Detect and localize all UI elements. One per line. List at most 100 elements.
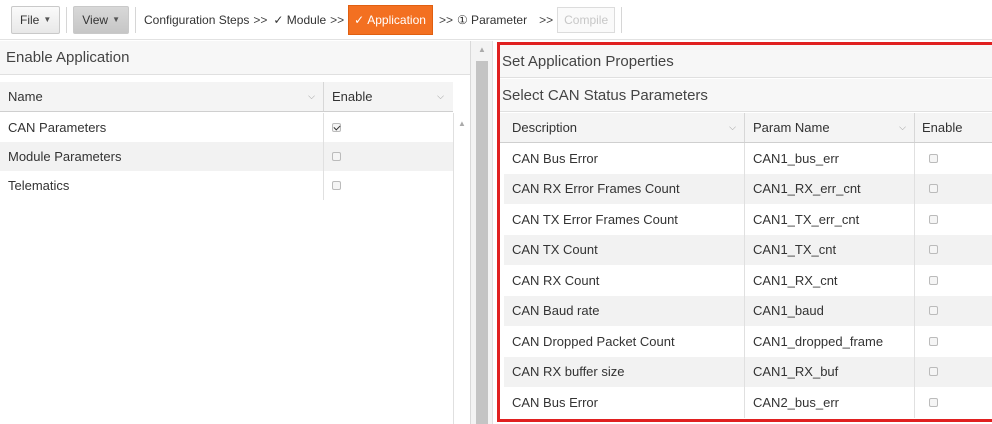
- enable-checkbox[interactable]: [929, 397, 938, 407]
- step-arrow: >>: [438, 12, 453, 27]
- table-row[interactable]: CAN RX buffer size CAN1_RX_buf: [504, 356, 992, 388]
- panel-subtitle: Select CAN Status Parameters: [500, 79, 992, 112]
- enable-checkbox[interactable]: [332, 123, 341, 132]
- enable-cell: [915, 143, 992, 174]
- column-header-enable[interactable]: Enable: [915, 113, 992, 142]
- scroll-up-icon[interactable]: ▲: [478, 45, 486, 54]
- table-row[interactable]: CAN TX Count CAN1_TX_cnt: [504, 234, 992, 266]
- table-header: Name ⌵ Enable ⌵: [0, 82, 453, 112]
- enable-cell: [915, 235, 992, 266]
- table-scrollbar[interactable]: ▲: [453, 113, 470, 424]
- parameter-description: CAN Dropped Packet Count: [504, 326, 745, 357]
- parameter-name: CAN1_baud: [745, 295, 915, 326]
- table-row[interactable]: Telematics: [0, 171, 453, 200]
- parameter-description: CAN RX Error Frames Count: [504, 173, 745, 204]
- scrollbar-thumb[interactable]: [476, 61, 488, 424]
- enable-checkbox[interactable]: [929, 153, 938, 163]
- parameter-description: CAN TX Count: [504, 234, 745, 265]
- table-row[interactable]: CAN Bus Error CAN1_bus_err: [504, 143, 992, 174]
- application-properties-panel: Set Application Properties Select CAN St…: [497, 42, 992, 422]
- chevron-down-icon: ⌵: [899, 122, 906, 132]
- table-row[interactable]: Module Parameters: [0, 142, 453, 171]
- enable-cell: [915, 174, 992, 205]
- column-header-label: Enable: [332, 89, 373, 104]
- chevron-down-icon: ⌵: [437, 91, 444, 101]
- step-arrow: >>: [539, 12, 554, 27]
- can-status-table-body: CAN Bus Error CAN1_bus_err CAN RX Error Fr…: [500, 143, 992, 418]
- enable-checkbox[interactable]: [332, 152, 341, 161]
- application-name: CAN Parameters: [0, 113, 324, 142]
- parameter-description: CAN TX Error Frames Count: [504, 204, 745, 235]
- step-parameter[interactable]: ① Parameter: [457, 13, 527, 27]
- step-application[interactable]: ✓ Application: [348, 4, 433, 35]
- column-header-name[interactable]: Name ⌵: [0, 82, 324, 111]
- enable-cell: [915, 265, 992, 296]
- column-header-label: Name: [8, 89, 43, 104]
- parameter-name: CAN1_RX_buf: [745, 356, 915, 387]
- table-row[interactable]: CAN TX Error Frames Count CAN1_TX_err_cnt: [504, 204, 992, 235]
- file-menu-button[interactable]: File ▼: [11, 5, 61, 34]
- table-row[interactable]: CAN Parameters: [0, 113, 453, 142]
- file-menu-label: File: [20, 12, 40, 27]
- config-steps-label: Configuration Steps: [143, 12, 250, 27]
- enable-checkbox[interactable]: [332, 181, 341, 190]
- enable-cell: [324, 142, 452, 171]
- step-module[interactable]: ✓ Module: [273, 13, 326, 27]
- table-row[interactable]: CAN Baud rate CAN1_baud: [504, 295, 992, 327]
- panel-title: Set Application Properties: [500, 45, 992, 78]
- toolbar-divider: [134, 6, 136, 33]
- toolbar: File ▼ View ▼ Configuration Steps >> ✓ M…: [0, 0, 992, 40]
- enable-cell: [915, 296, 992, 327]
- step-arrow: >>: [330, 12, 345, 27]
- parameter-name: CAN1_RX_cnt: [745, 265, 915, 296]
- chevron-down-icon: ⌵: [308, 91, 315, 101]
- enable-cell: [915, 326, 992, 357]
- table-row[interactable]: CAN Dropped Packet Count CAN1_dropped_fra…: [504, 326, 992, 357]
- parameter-description: CAN RX Count: [504, 265, 745, 296]
- parameter-name: CAN1_TX_err_cnt: [745, 204, 915, 235]
- application-name: Module Parameters: [0, 142, 324, 171]
- column-header-param-name[interactable]: Param Name ⌵: [745, 113, 915, 142]
- column-header-description[interactable]: Description ⌵: [504, 113, 745, 142]
- chevron-down-icon: ⌵: [729, 122, 736, 132]
- step-arrow: >>: [253, 12, 268, 27]
- enable-application-panel: Enable Application Name ⌵ Enable ⌵ CAN P…: [0, 41, 471, 424]
- parameter-name: CAN2_bus_err: [745, 387, 915, 418]
- parameter-description: CAN Bus Error: [504, 387, 745, 418]
- table-row[interactable]: CAN RX Error Frames Count CAN1_RX_err_cnt: [504, 173, 992, 205]
- parameter-description: CAN RX buffer size: [504, 356, 745, 387]
- column-header-label: Enable: [922, 120, 963, 135]
- toolbar-divider: [66, 6, 68, 33]
- view-menu-label: View: [82, 12, 109, 27]
- chevron-down-icon: ▼: [112, 15, 120, 24]
- table-header: Description ⌵ Param Name ⌵ Enable: [500, 113, 992, 143]
- enable-checkbox[interactable]: [929, 214, 938, 224]
- parameter-name: CAN1_bus_err: [745, 143, 915, 174]
- scroll-up-icon[interactable]: ▲: [458, 119, 466, 128]
- enable-cell: [324, 113, 452, 142]
- enable-cell: [915, 357, 992, 388]
- enable-checkbox[interactable]: [929, 306, 938, 316]
- parameter-description: CAN Baud rate: [504, 295, 745, 326]
- parameter-name: CAN1_dropped_frame: [745, 326, 915, 357]
- compile-button[interactable]: Compile: [557, 6, 616, 33]
- parameter-name: CAN1_RX_err_cnt: [745, 173, 915, 204]
- application-table-body: CAN Parameters Module Parameters Telematic…: [0, 113, 453, 200]
- view-menu-button[interactable]: View ▼: [73, 5, 129, 34]
- enable-checkbox[interactable]: [929, 245, 938, 255]
- enable-checkbox[interactable]: [929, 184, 938, 194]
- enable-checkbox[interactable]: [929, 275, 938, 285]
- column-header-label: Param Name: [753, 120, 830, 135]
- parameter-description: CAN Bus Error: [504, 143, 745, 174]
- enable-checkbox[interactable]: [929, 336, 938, 346]
- column-header-enable[interactable]: Enable ⌵: [324, 82, 452, 111]
- table-row[interactable]: CAN Bus Error CAN2_bus_err: [504, 387, 992, 418]
- check-icon: ✓: [354, 12, 365, 27]
- column-header-label: Description: [512, 120, 578, 135]
- table-row[interactable]: CAN RX Count CAN1_RX_cnt: [504, 265, 992, 296]
- enable-checkbox[interactable]: [929, 367, 938, 377]
- panel-title: Enable Application: [0, 41, 470, 75]
- enable-cell: [324, 171, 452, 200]
- panel-scrollbar[interactable]: ▲: [471, 41, 493, 424]
- enable-cell: [915, 204, 992, 235]
